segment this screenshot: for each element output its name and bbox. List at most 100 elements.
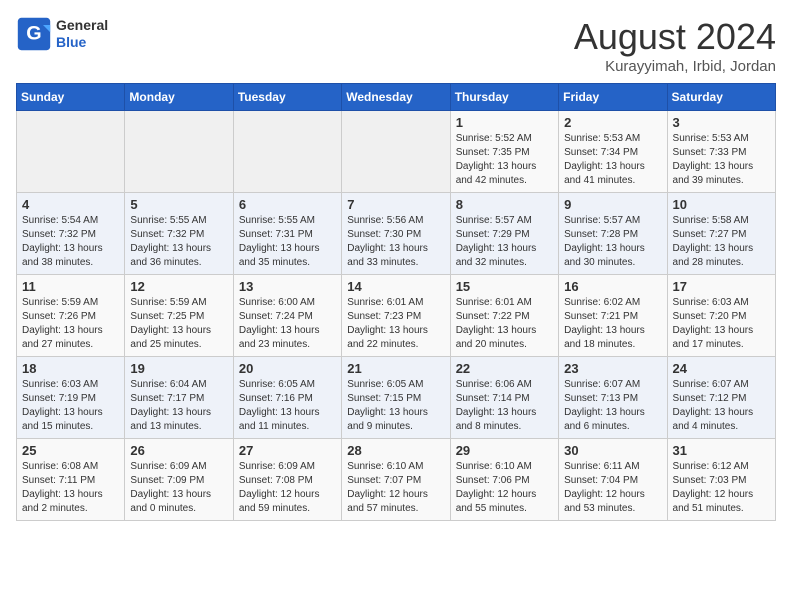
calendar-cell: 6 Sunrise: 5:55 AM Sunset: 7:31 PM Daylig… (233, 193, 341, 275)
calendar-cell: 28 Sunrise: 6:10 AM Sunset: 7:07 PM Dayli… (342, 439, 450, 521)
calendar-week-2: 4 Sunrise: 5:54 AM Sunset: 7:32 PM Daylig… (17, 193, 776, 275)
logo-text: General Blue (56, 17, 108, 51)
day-detail: Sunrise: 6:09 AM Sunset: 7:09 PM Dayligh… (130, 460, 227, 516)
calendar-cell (17, 111, 125, 193)
day-detail: Sunrise: 6:12 AM Sunset: 7:03 PM Dayligh… (673, 460, 770, 516)
calendar-cell: 26 Sunrise: 6:09 AM Sunset: 7:09 PM Dayli… (125, 439, 233, 521)
day-detail: Sunrise: 6:10 AM Sunset: 7:07 PM Dayligh… (347, 460, 444, 516)
day-detail: Sunrise: 5:53 AM Sunset: 7:33 PM Dayligh… (673, 132, 770, 188)
day-number: 23 (564, 361, 661, 376)
day-number: 26 (130, 443, 227, 458)
day-number: 7 (347, 197, 444, 212)
weekday-header-saturday: Saturday (667, 84, 775, 111)
day-detail: Sunrise: 5:57 AM Sunset: 7:29 PM Dayligh… (456, 214, 553, 270)
calendar-week-5: 25Sunrise: 6:08 AM Sunset: 7:11 PM Dayli… (17, 439, 776, 521)
day-detail: Sunrise: 5:57 AM Sunset: 7:28 PM Dayligh… (564, 214, 661, 270)
title-area: August 2024 Kurayyimah, Irbid, Jordan (574, 16, 776, 75)
day-detail: Sunrise: 6:03 AM Sunset: 7:19 PM Dayligh… (22, 378, 119, 434)
calendar-cell: 25Sunrise: 6:08 AM Sunset: 7:11 PM Dayli… (17, 439, 125, 521)
day-detail: Sunrise: 6:00 AM Sunset: 7:24 PM Dayligh… (239, 296, 336, 352)
day-number: 5 (130, 197, 227, 212)
day-detail: Sunrise: 6:04 AM Sunset: 7:17 PM Dayligh… (130, 378, 227, 434)
calendar-week-3: 11 Sunrise: 5:59 AM Sunset: 7:26 PM Dayli… (17, 275, 776, 357)
day-detail: Sunrise: 6:09 AM Sunset: 7:08 PM Dayligh… (239, 460, 336, 516)
calendar-cell (233, 111, 341, 193)
day-number: 8 (456, 197, 553, 212)
calendar-cell: 13 Sunrise: 6:00 AM Sunset: 7:24 PM Dayli… (233, 275, 341, 357)
weekday-header-row: SundayMondayTuesdayWednesdayThursdayFrid… (17, 84, 776, 111)
day-number: 3 (673, 115, 770, 130)
calendar-cell: 31Sunrise: 6:12 AM Sunset: 7:03 PM Dayli… (667, 439, 775, 521)
weekday-header-sunday: Sunday (17, 84, 125, 111)
weekday-header-friday: Friday (559, 84, 667, 111)
day-number: 30 (564, 443, 661, 458)
day-number: 25 (22, 443, 119, 458)
day-number: 22 (456, 361, 553, 376)
day-detail: Sunrise: 5:55 AM Sunset: 7:31 PM Dayligh… (239, 214, 336, 270)
calendar-cell: 23Sunrise: 6:07 AM Sunset: 7:13 PM Dayli… (559, 357, 667, 439)
day-number: 1 (456, 115, 553, 130)
calendar-cell (125, 111, 233, 193)
day-detail: Sunrise: 6:10 AM Sunset: 7:06 PM Dayligh… (456, 460, 553, 516)
calendar-table: SundayMondayTuesdayWednesdayThursdayFrid… (16, 83, 776, 521)
calendar-cell: 1 Sunrise: 5:52 AM Sunset: 7:35 PM Daylig… (450, 111, 558, 193)
day-number: 18 (22, 361, 119, 376)
day-number: 27 (239, 443, 336, 458)
calendar-cell: 4 Sunrise: 5:54 AM Sunset: 7:32 PM Daylig… (17, 193, 125, 275)
day-detail: Sunrise: 6:05 AM Sunset: 7:15 PM Dayligh… (347, 378, 444, 434)
day-detail: Sunrise: 5:59 AM Sunset: 7:25 PM Dayligh… (130, 296, 227, 352)
calendar-cell: 11 Sunrise: 5:59 AM Sunset: 7:26 PM Dayli… (17, 275, 125, 357)
day-detail: Sunrise: 5:58 AM Sunset: 7:27 PM Dayligh… (673, 214, 770, 270)
day-detail: Sunrise: 5:55 AM Sunset: 7:32 PM Dayligh… (130, 214, 227, 270)
day-detail: Sunrise: 6:07 AM Sunset: 7:12 PM Dayligh… (673, 378, 770, 434)
day-number: 2 (564, 115, 661, 130)
day-detail: Sunrise: 6:03 AM Sunset: 7:20 PM Dayligh… (673, 296, 770, 352)
day-number: 4 (22, 197, 119, 212)
day-number: 12 (130, 279, 227, 294)
day-number: 6 (239, 197, 336, 212)
weekday-header-tuesday: Tuesday (233, 84, 341, 111)
calendar-cell: 5 Sunrise: 5:55 AM Sunset: 7:32 PM Daylig… (125, 193, 233, 275)
day-detail: Sunrise: 6:02 AM Sunset: 7:21 PM Dayligh… (564, 296, 661, 352)
calendar-subtitle: Kurayyimah, Irbid, Jordan (574, 58, 776, 75)
day-detail: Sunrise: 5:56 AM Sunset: 7:30 PM Dayligh… (347, 214, 444, 270)
logo-icon: G (16, 16, 52, 52)
day-detail: Sunrise: 5:52 AM Sunset: 7:35 PM Dayligh… (456, 132, 553, 188)
day-detail: Sunrise: 6:01 AM Sunset: 7:23 PM Dayligh… (347, 296, 444, 352)
calendar-body: 1 Sunrise: 5:52 AM Sunset: 7:35 PM Daylig… (17, 111, 776, 521)
weekday-header-thursday: Thursday (450, 84, 558, 111)
calendar-cell: 7 Sunrise: 5:56 AM Sunset: 7:30 PM Daylig… (342, 193, 450, 275)
calendar-header: SundayMondayTuesdayWednesdayThursdayFrid… (17, 84, 776, 111)
calendar-cell: 17Sunrise: 6:03 AM Sunset: 7:20 PM Dayli… (667, 275, 775, 357)
calendar-cell: 10 Sunrise: 5:58 AM Sunset: 7:27 PM Dayli… (667, 193, 775, 275)
day-detail: Sunrise: 6:01 AM Sunset: 7:22 PM Dayligh… (456, 296, 553, 352)
day-detail: Sunrise: 5:59 AM Sunset: 7:26 PM Dayligh… (22, 296, 119, 352)
calendar-title: August 2024 (574, 16, 776, 58)
calendar-cell: 8 Sunrise: 5:57 AM Sunset: 7:29 PM Daylig… (450, 193, 558, 275)
calendar-week-1: 1 Sunrise: 5:52 AM Sunset: 7:35 PM Daylig… (17, 111, 776, 193)
calendar-cell: 16Sunrise: 6:02 AM Sunset: 7:21 PM Dayli… (559, 275, 667, 357)
day-number: 28 (347, 443, 444, 458)
calendar-cell: 22Sunrise: 6:06 AM Sunset: 7:14 PM Dayli… (450, 357, 558, 439)
calendar-cell: 9 Sunrise: 5:57 AM Sunset: 7:28 PM Daylig… (559, 193, 667, 275)
calendar-cell: 21Sunrise: 6:05 AM Sunset: 7:15 PM Dayli… (342, 357, 450, 439)
day-number: 24 (673, 361, 770, 376)
calendar-cell: 20 Sunrise: 6:05 AM Sunset: 7:16 PM Dayli… (233, 357, 341, 439)
calendar-week-4: 18 Sunrise: 6:03 AM Sunset: 7:19 PM Dayli… (17, 357, 776, 439)
calendar-cell: 14Sunrise: 6:01 AM Sunset: 7:23 PM Dayli… (342, 275, 450, 357)
calendar-cell: 27 Sunrise: 6:09 AM Sunset: 7:08 PM Dayli… (233, 439, 341, 521)
day-number: 20 (239, 361, 336, 376)
calendar-cell: 3 Sunrise: 5:53 AM Sunset: 7:33 PM Daylig… (667, 111, 775, 193)
day-number: 9 (564, 197, 661, 212)
day-number: 13 (239, 279, 336, 294)
weekday-header-monday: Monday (125, 84, 233, 111)
day-number: 11 (22, 279, 119, 294)
day-detail: Sunrise: 5:54 AM Sunset: 7:32 PM Dayligh… (22, 214, 119, 270)
calendar-cell: 30Sunrise: 6:11 AM Sunset: 7:04 PM Dayli… (559, 439, 667, 521)
day-detail: Sunrise: 5:53 AM Sunset: 7:34 PM Dayligh… (564, 132, 661, 188)
day-number: 10 (673, 197, 770, 212)
day-detail: Sunrise: 6:05 AM Sunset: 7:16 PM Dayligh… (239, 378, 336, 434)
calendar-cell: 19Sunrise: 6:04 AM Sunset: 7:17 PM Dayli… (125, 357, 233, 439)
calendar-cell (342, 111, 450, 193)
day-number: 29 (456, 443, 553, 458)
